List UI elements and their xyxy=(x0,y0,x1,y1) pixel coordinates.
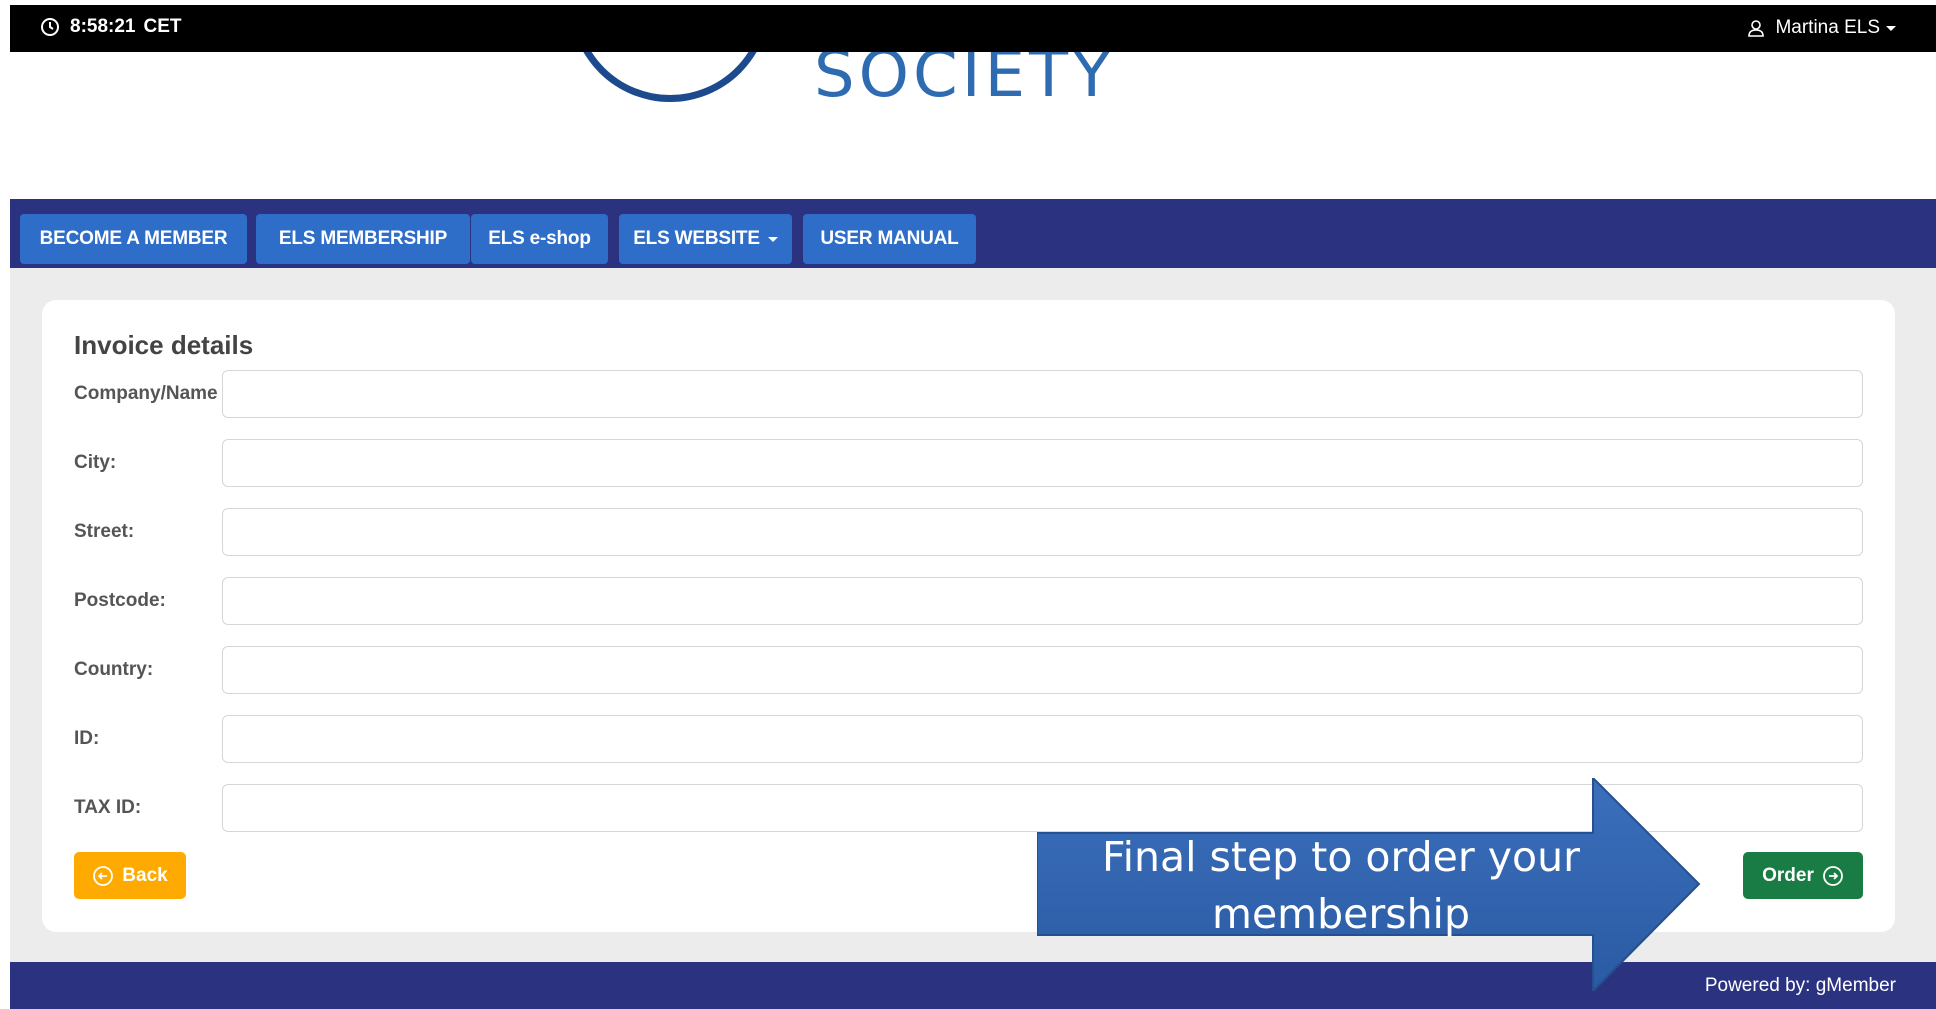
arrow-left-circle-icon xyxy=(93,865,114,886)
form-title: Invoice details xyxy=(74,330,254,360)
callout-line-2: membership xyxy=(1212,890,1470,938)
user-menu[interactable]: Martina ELS xyxy=(1747,17,1896,39)
chevron-down-icon xyxy=(1886,25,1896,31)
powered-by-text: Powered by: gMember xyxy=(1704,975,1896,996)
top-bar: 8:58:21 CET Martina ELS xyxy=(10,5,1936,52)
arrow-right-circle-icon xyxy=(1822,865,1843,886)
nav-label: BECOME A MEMBER xyxy=(39,228,228,249)
country-input[interactable] xyxy=(222,646,1863,694)
logo-emblem xyxy=(570,52,770,102)
nav-label: ELS WEBSITE xyxy=(633,228,760,249)
id-input[interactable] xyxy=(222,715,1863,763)
clock-timezone: CET xyxy=(143,16,182,37)
postcode-label: Postcode: xyxy=(74,590,166,611)
city-input[interactable] xyxy=(222,439,1863,487)
nav-els-eshop[interactable]: ELS e-shop xyxy=(471,214,608,264)
clock-icon xyxy=(41,18,59,36)
company-name-input[interactable] xyxy=(222,370,1863,418)
back-label: Back xyxy=(122,864,168,886)
nav-label: USER MANUAL xyxy=(820,228,959,249)
nav-label: ELS MEMBERSHIP xyxy=(278,228,448,249)
street-label: Street: xyxy=(74,521,135,542)
logo-area: SOCIETY xyxy=(10,52,1936,199)
order-button[interactable]: Order xyxy=(1743,852,1863,899)
back-button[interactable]: Back xyxy=(74,852,186,899)
nav-label: ELS e-shop xyxy=(488,228,591,249)
nav-els-membership[interactable]: ELS MEMBERSHIP xyxy=(256,214,470,264)
order-label: Order xyxy=(1762,864,1814,886)
nav-become-a-member[interactable]: BECOME A MEMBER xyxy=(20,214,247,264)
main-navigation: BECOME A MEMBER ELS MEMBERSHIP ELS e-sho… xyxy=(10,199,1936,268)
callout-line-1: Final step to order your xyxy=(1102,833,1580,881)
country-label: Country: xyxy=(74,659,154,680)
nav-els-website-dropdown[interactable]: ELS WEBSITE xyxy=(619,214,792,264)
nav-user-manual[interactable]: USER MANUAL xyxy=(803,214,976,264)
callout-text: Final step to order your membership xyxy=(1041,829,1641,943)
user-name: Martina ELS xyxy=(1775,17,1880,38)
clock-time: 8:58:21 xyxy=(70,16,136,37)
city-label: City: xyxy=(74,452,117,473)
chevron-down-icon xyxy=(767,236,778,242)
user-icon xyxy=(1748,20,1765,37)
clock: 8:58:21 CET xyxy=(40,16,182,38)
street-input[interactable] xyxy=(222,508,1863,556)
logo-text: SOCIETY xyxy=(814,52,1116,112)
tax-id-label: TAX ID: xyxy=(74,797,142,818)
company-name-label: Company/Name xyxy=(74,383,218,404)
id-label: ID: xyxy=(74,728,100,749)
postcode-input[interactable] xyxy=(222,577,1863,625)
